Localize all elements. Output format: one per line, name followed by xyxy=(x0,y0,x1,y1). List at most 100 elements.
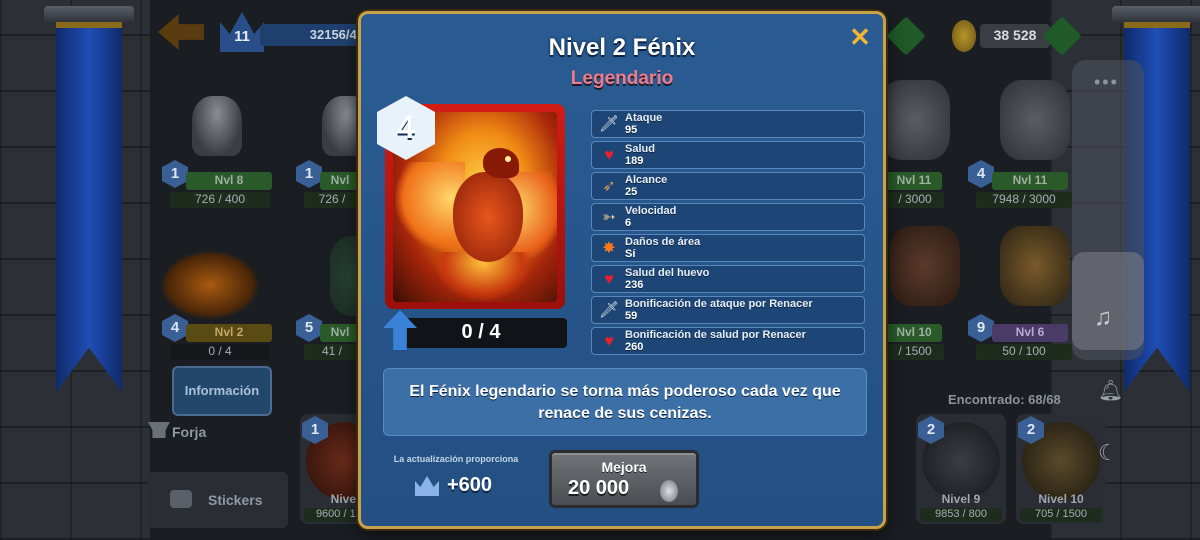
card-progress: 0 / 4 xyxy=(170,344,270,360)
side-panel: Información Forja Stickers xyxy=(148,366,293,540)
card-level: Nvl 8 xyxy=(186,172,272,190)
card-level: Nvl 10 xyxy=(886,324,942,342)
reward-value: +600 xyxy=(447,474,493,496)
stat-value: 95 xyxy=(625,124,638,136)
stat-value: 59 xyxy=(625,310,638,322)
card-level-badge: 4 xyxy=(968,160,994,188)
stat-label: Alcance xyxy=(625,174,668,186)
stat-speed: ➳ Velocidad 6 xyxy=(591,203,865,231)
close-icon[interactable]: ✕ xyxy=(847,24,873,50)
stat-value: 6 xyxy=(625,217,632,229)
upgrade-label: Mejora xyxy=(601,459,647,475)
card-progress: 726 / xyxy=(304,192,360,208)
card-level: Nvl 11 xyxy=(886,172,942,190)
crown-icon xyxy=(415,476,439,496)
reward-label: La actualización proporciona xyxy=(393,454,519,464)
stats-list: 🗡︎ Ataque 95 ♥ Salud 189 ➶ Alcance 25 ➳ … xyxy=(591,110,867,358)
card-progress: / 3000 xyxy=(886,192,944,208)
heart-icon: ♥ xyxy=(604,271,614,288)
xp-bar: 32156/40 xyxy=(260,24,370,46)
phoenix-eye xyxy=(505,156,511,162)
phoenix-head xyxy=(483,148,519,178)
card-level-badge: 1 xyxy=(296,160,322,188)
stat-label: Ataque xyxy=(625,112,663,124)
beast-art xyxy=(890,226,960,306)
banner-trim xyxy=(56,22,122,28)
anvil-icon xyxy=(148,422,170,438)
plus-icon[interactable] xyxy=(886,16,926,56)
stat-health: ♥ Salud 189 xyxy=(591,141,865,169)
banner-trim xyxy=(1124,22,1190,28)
phoenix-body xyxy=(453,172,523,262)
music-toggle[interactable] xyxy=(1072,252,1144,350)
card-level: Nvl xyxy=(320,172,360,190)
card-level: Nvl 6 xyxy=(992,324,1068,342)
coin-count: 38 528 xyxy=(980,24,1050,48)
music-note-icon: ♫ xyxy=(1094,304,1112,331)
stickers-label: Stickers xyxy=(208,492,263,508)
stat-label: Bonificación de salud por Renacer xyxy=(625,329,806,341)
card-progress: / 1500 xyxy=(886,344,944,360)
unit-card: 4 xyxy=(377,96,565,309)
dragon-art xyxy=(1000,226,1070,306)
moon-icon[interactable]: ☾ xyxy=(1098,440,1118,466)
stat-area-damage: ✸ Daños de área Sí xyxy=(591,234,865,262)
stat-egg-health: ♥ Salud del huevo 236 xyxy=(591,265,865,293)
stat-range: ➶ Alcance 25 xyxy=(591,172,865,200)
heart-plus-icon: ♥ xyxy=(604,333,614,350)
modal-title: Nivel 2 Fénix xyxy=(548,34,696,61)
back-arrow-icon[interactable] xyxy=(158,14,204,50)
winged-boot-icon: ➳ xyxy=(602,209,616,226)
golem-art xyxy=(880,80,950,160)
bottom-card[interactable]: 2 Nivel 9 9853 / 800 xyxy=(916,414,1006,524)
rarity-label: Legendario xyxy=(570,68,674,89)
forge-tab[interactable]: Forja xyxy=(172,424,206,440)
stat-value: Sí xyxy=(625,248,636,260)
info-button[interactable]: Información xyxy=(172,366,272,416)
card-progress: 41 / xyxy=(304,344,360,360)
card-level-badge: 1 xyxy=(162,160,188,188)
sword-plus-icon: 🗡︎ xyxy=(598,302,620,319)
stat-value: 189 xyxy=(625,155,644,167)
golem-art xyxy=(1000,80,1070,160)
stat-label: Salud del huevo xyxy=(625,267,710,279)
card-description: El Fénix legendario se torna más poderos… xyxy=(383,368,867,436)
stat-label: Bonificación de ataque por Renacer xyxy=(625,298,813,310)
tornado-art xyxy=(192,96,242,156)
card-progress: 726 / 400 xyxy=(170,192,270,208)
stat-value: 260 xyxy=(625,341,644,353)
bow-icon: ➶ xyxy=(602,178,616,195)
card-level: Nvl 11 xyxy=(992,172,1068,190)
bell-icon[interactable]: 🔔︎ xyxy=(1098,378,1123,403)
card-level: Nivel 9 xyxy=(941,492,981,506)
stat-attack: 🗡︎ Ataque 95 xyxy=(591,110,865,138)
card-info-modal: Nivel 2 Fénix Legendario ✕ 4 0 / 4 🗡︎ At… xyxy=(358,11,886,529)
card-progress: 50 / 100 xyxy=(976,344,1072,360)
stat-label: Velocidad xyxy=(625,205,677,217)
stickers-button[interactable]: Stickers xyxy=(148,472,288,528)
upgrade-cost: 20 000 xyxy=(568,477,630,499)
stat-value: 25 xyxy=(625,186,638,198)
sword-icon: 🗡︎ xyxy=(598,116,620,133)
heart-icon: ♥ xyxy=(604,147,614,164)
card-level: Nvl 2 xyxy=(186,324,272,342)
phoenix-art xyxy=(160,250,260,320)
card-level-number: 4 xyxy=(397,109,415,145)
explosion-icon: ✸ xyxy=(602,240,616,257)
found-counter: Encontrado: 68/68 xyxy=(948,392,1061,407)
more-icon[interactable]: ••• xyxy=(1094,72,1119,93)
bottom-card[interactable]: 2 Nivel 10 705 / 1500 xyxy=(1016,414,1106,524)
card-level-badge: 9 xyxy=(968,314,994,342)
card-level: Nivel 10 xyxy=(1038,492,1084,506)
card-progress: 9853 / 800 xyxy=(920,508,1002,522)
card-level: Nvl xyxy=(320,324,360,342)
stat-rebirth-attack: 🗡︎ Bonificación de ataque por Renacer 59 xyxy=(591,296,865,324)
player-level: 11 xyxy=(234,28,250,45)
card-level-badge: 5 xyxy=(296,314,322,342)
stat-label: Salud xyxy=(625,143,655,155)
banner-cloth xyxy=(56,22,122,392)
stat-value: 236 xyxy=(625,279,644,291)
card-progress: 7948 / 3000 xyxy=(976,192,1072,208)
banner-left xyxy=(44,0,134,410)
upgrade-button[interactable]: Mejora 20 000 xyxy=(549,450,699,508)
